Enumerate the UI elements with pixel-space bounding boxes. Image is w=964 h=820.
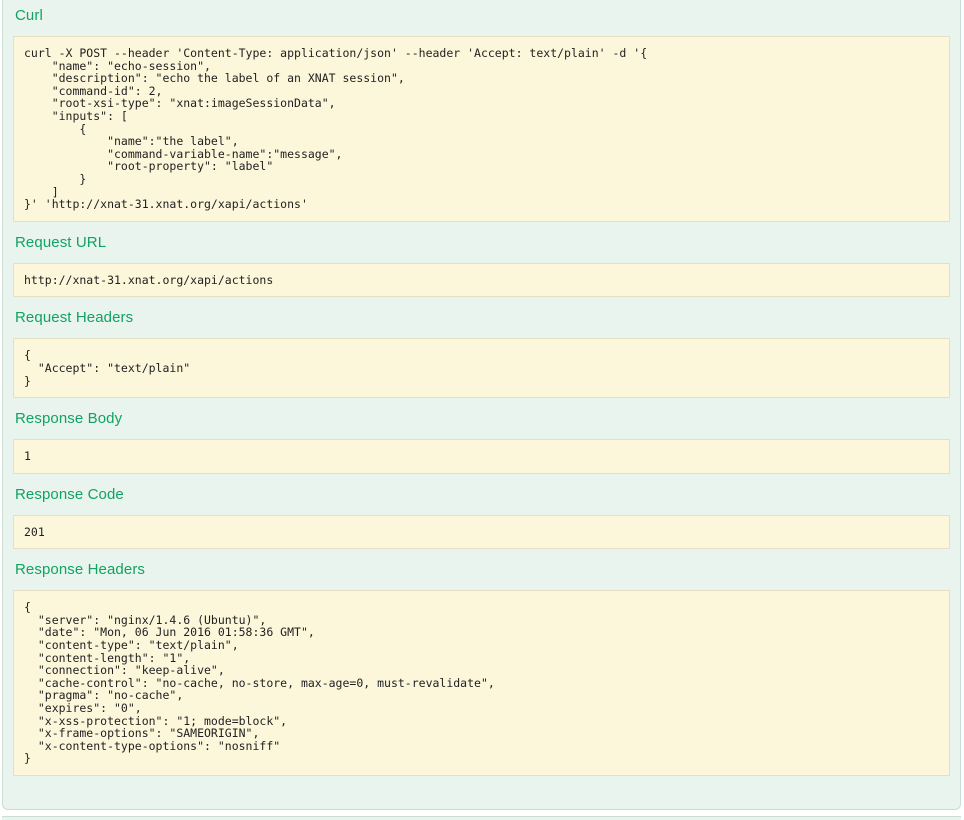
curl-heading: Curl bbox=[15, 0, 948, 24]
response-body-heading: Response Body bbox=[15, 410, 948, 427]
request-headers-section: Request Headers { "Accept": "text/plain"… bbox=[13, 309, 950, 398]
request-headers-code-block: { "Accept": "text/plain" } bbox=[13, 338, 950, 398]
response-code-section: Response Code 201 bbox=[13, 486, 950, 550]
curl-section: Curl curl -X POST --header 'Content-Type… bbox=[13, 0, 950, 222]
response-headers-heading: Response Headers bbox=[15, 561, 948, 578]
response-code-code-block: 201 bbox=[13, 515, 950, 550]
request-headers-heading: Request Headers bbox=[15, 309, 948, 326]
response-body-code-block: 1 bbox=[13, 439, 950, 474]
request-url-code-block: http://xnat-31.xnat.org/xapi/actions bbox=[13, 263, 950, 298]
api-response-panel: Curl curl -X POST --header 'Content-Type… bbox=[2, 0, 961, 810]
curl-command-code-block: curl -X POST --header 'Content-Type: app… bbox=[13, 36, 950, 222]
response-body-section: Response Body 1 bbox=[13, 410, 950, 474]
request-url-heading: Request URL bbox=[15, 234, 948, 251]
response-headers-section: Response Headers { "server": "nginx/1.4.… bbox=[13, 561, 950, 776]
request-url-section: Request URL http://xnat-31.xnat.org/xapi… bbox=[13, 234, 950, 298]
response-code-heading: Response Code bbox=[15, 486, 948, 503]
next-panel-top-edge bbox=[2, 816, 961, 820]
response-headers-code-block: { "server": "nginx/1.4.6 (Ubuntu)", "dat… bbox=[13, 590, 950, 776]
